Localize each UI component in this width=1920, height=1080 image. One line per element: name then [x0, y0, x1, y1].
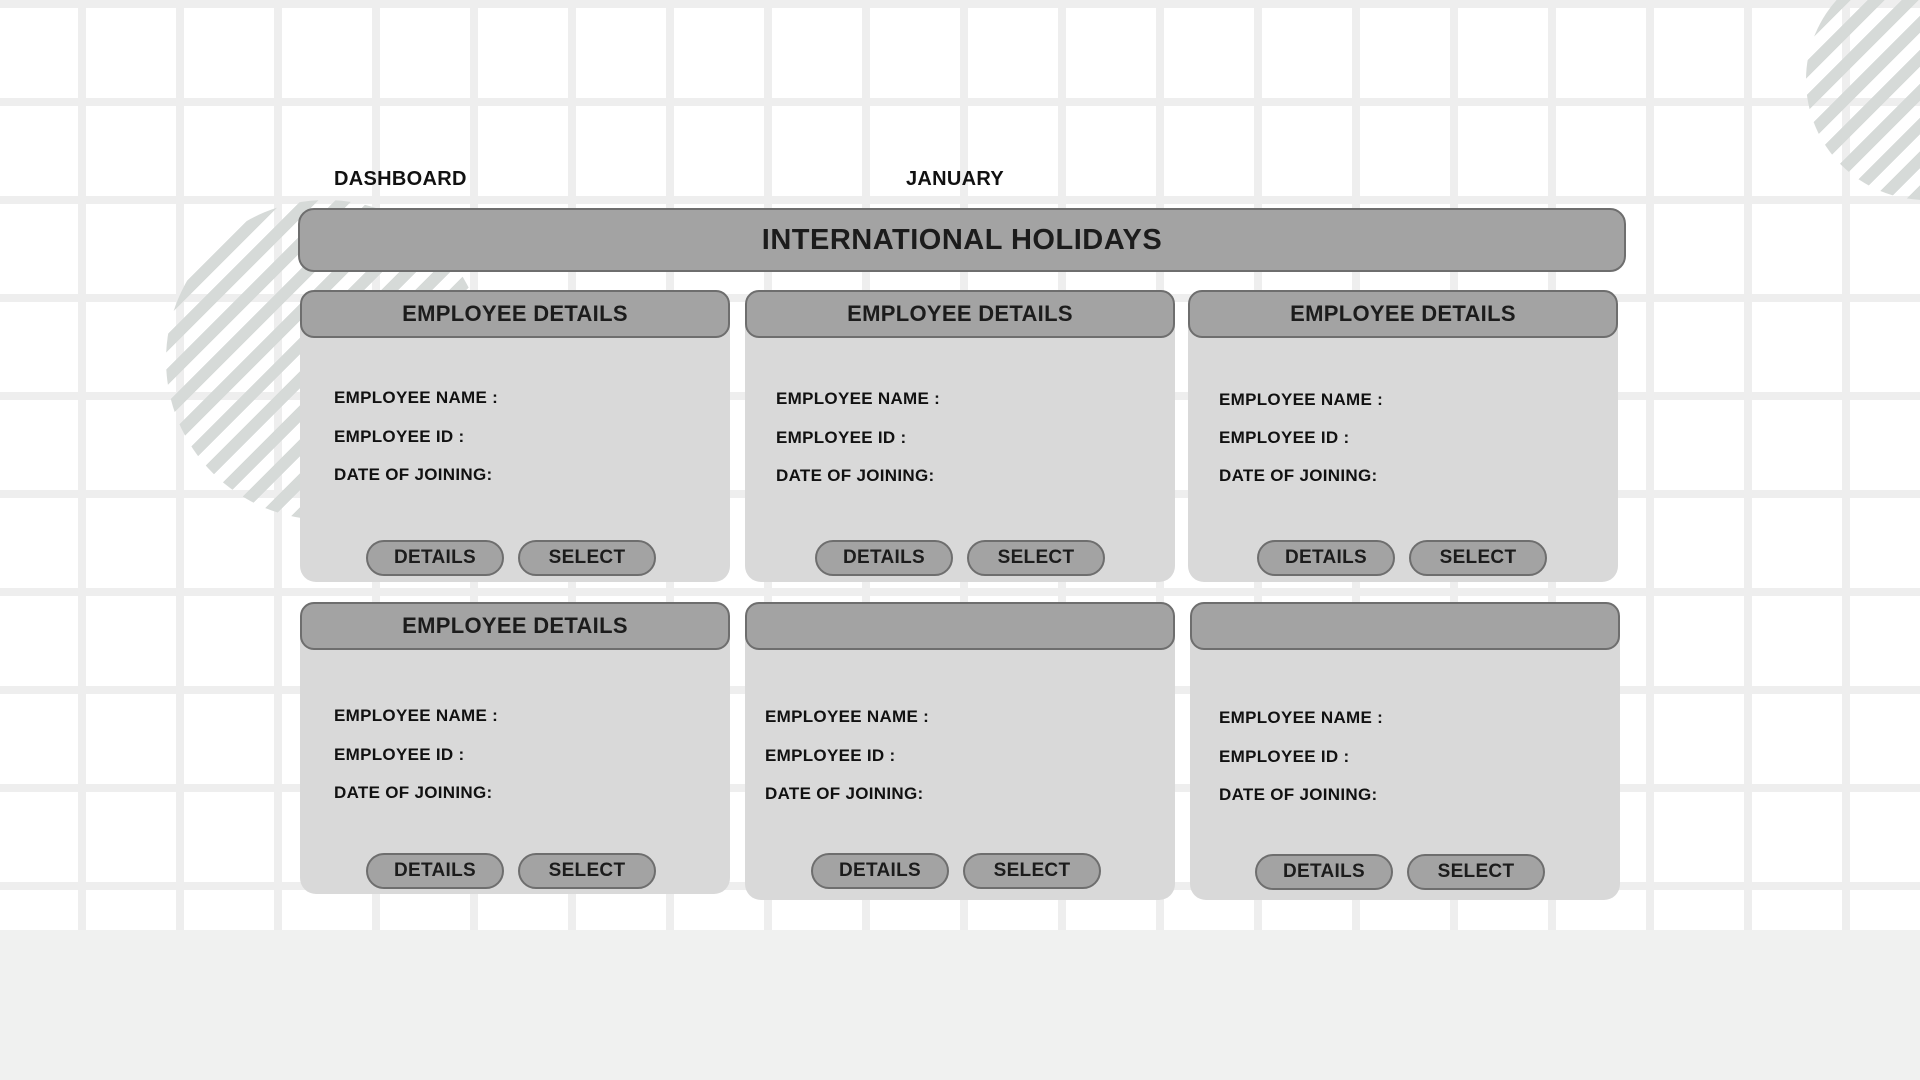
- details-button[interactable]: DETAILS: [811, 853, 949, 889]
- employee-id-label: EMPLOYEE ID :: [334, 745, 465, 764]
- employee-id-label: EMPLOYEE ID :: [1219, 428, 1350, 447]
- select-button[interactable]: SELECT: [963, 853, 1101, 889]
- select-button[interactable]: SELECT: [967, 540, 1105, 576]
- employee-name-label: EMPLOYEE NAME :: [334, 706, 499, 725]
- employee-card: EMPLOYEE NAME : EMPLOYEE ID : DATE OF JO…: [1190, 602, 1620, 900]
- card-header: [745, 602, 1175, 650]
- striped-circle-decoration: [1806, 0, 1920, 200]
- employee-id-label: EMPLOYEE ID :: [776, 428, 907, 447]
- details-button[interactable]: DETAILS: [1257, 540, 1395, 576]
- employee-card: EMPLOYEE NAME : EMPLOYEE ID : DATE OF JO…: [745, 602, 1175, 900]
- card-header: EMPLOYEE DETAILS: [1188, 290, 1618, 338]
- employee-id-label: EMPLOYEE ID :: [1219, 747, 1350, 766]
- employee-name-label: EMPLOYEE NAME :: [1219, 708, 1384, 727]
- date-of-joining-label: DATE OF JOINING:: [1219, 785, 1378, 804]
- background-grid: DASHBOARD JANUARY INTERNATIONAL HOLIDAYS…: [0, 0, 1920, 930]
- employee-card: EMPLOYEE DETAILS EMPLOYEE NAME : EMPLOYE…: [300, 290, 730, 582]
- details-button[interactable]: DETAILS: [366, 853, 504, 889]
- select-button[interactable]: SELECT: [518, 853, 656, 889]
- details-button[interactable]: DETAILS: [815, 540, 953, 576]
- date-of-joining-label: DATE OF JOINING:: [765, 784, 924, 803]
- employee-name-label: EMPLOYEE NAME :: [765, 707, 930, 726]
- select-button[interactable]: SELECT: [518, 540, 656, 576]
- date-of-joining-label: DATE OF JOINING:: [334, 783, 493, 802]
- page-title-banner: INTERNATIONAL HOLIDAYS: [298, 208, 1626, 272]
- details-button[interactable]: DETAILS: [366, 540, 504, 576]
- card-header: [1190, 602, 1620, 650]
- employee-id-label: EMPLOYEE ID :: [765, 746, 896, 765]
- select-button[interactable]: SELECT: [1409, 540, 1547, 576]
- date-of-joining-label: DATE OF JOINING:: [776, 466, 935, 485]
- employee-name-label: EMPLOYEE NAME :: [776, 389, 941, 408]
- card-header: EMPLOYEE DETAILS: [300, 290, 730, 338]
- employee-name-label: EMPLOYEE NAME :: [334, 388, 499, 407]
- employee-id-label: EMPLOYEE ID :: [334, 427, 465, 446]
- month-label: JANUARY: [906, 168, 1005, 190]
- details-button[interactable]: DETAILS: [1255, 854, 1393, 890]
- dashboard-link[interactable]: DASHBOARD: [334, 168, 467, 191]
- select-button[interactable]: SELECT: [1407, 854, 1545, 890]
- card-header: EMPLOYEE DETAILS: [300, 602, 730, 650]
- employee-card: EMPLOYEE DETAILS EMPLOYEE NAME : EMPLOYE…: [300, 602, 730, 894]
- employee-card: EMPLOYEE DETAILS EMPLOYEE NAME : EMPLOYE…: [1188, 290, 1618, 582]
- employee-card: EMPLOYEE DETAILS EMPLOYEE NAME : EMPLOYE…: [745, 290, 1175, 582]
- card-header: EMPLOYEE DETAILS: [745, 290, 1175, 338]
- date-of-joining-label: DATE OF JOINING:: [1219, 466, 1378, 485]
- date-of-joining-label: DATE OF JOINING:: [334, 465, 493, 484]
- employee-name-label: EMPLOYEE NAME :: [1219, 390, 1384, 409]
